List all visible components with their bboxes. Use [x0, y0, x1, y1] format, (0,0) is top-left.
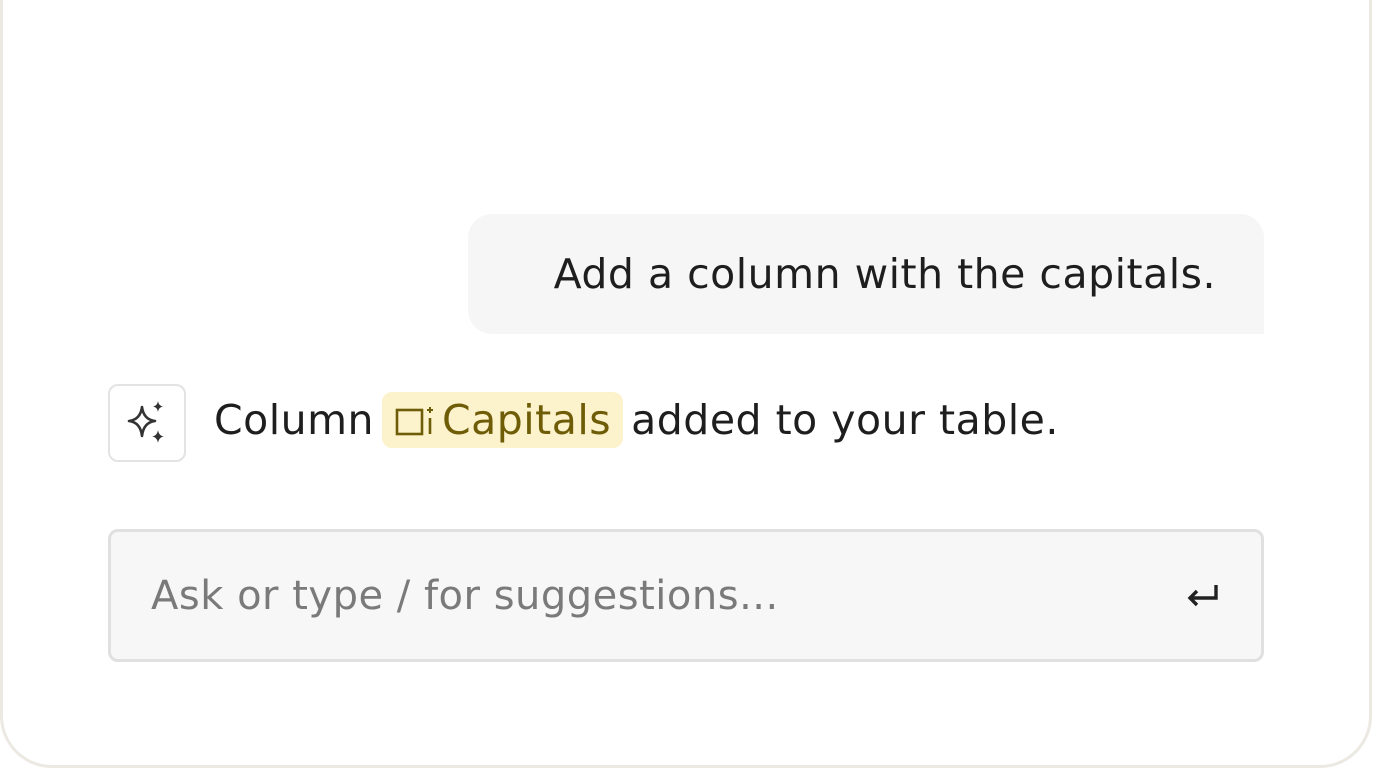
- column-chip-capitals[interactable]: Capitals: [382, 392, 624, 448]
- assistant-avatar: [108, 384, 186, 462]
- user-message-bubble: Add a column with the capitals.: [468, 214, 1264, 334]
- column-chip-label: Capitals: [442, 396, 612, 444]
- assistant-message-prefix: Column: [214, 396, 375, 444]
- assistant-message-suffix: added to your table.: [631, 396, 1059, 444]
- user-message-text: Add a column with the capitals.: [553, 250, 1216, 298]
- add-column-icon: [395, 407, 434, 436]
- enter-return-icon: [1187, 584, 1218, 606]
- chat-input[interactable]: [149, 571, 1183, 620]
- sparkles-icon: [127, 401, 164, 443]
- chat-composer: [108, 529, 1264, 662]
- assistant-message: Column Capitals added to your table.: [214, 392, 1059, 448]
- submit-button[interactable]: [1183, 576, 1223, 616]
